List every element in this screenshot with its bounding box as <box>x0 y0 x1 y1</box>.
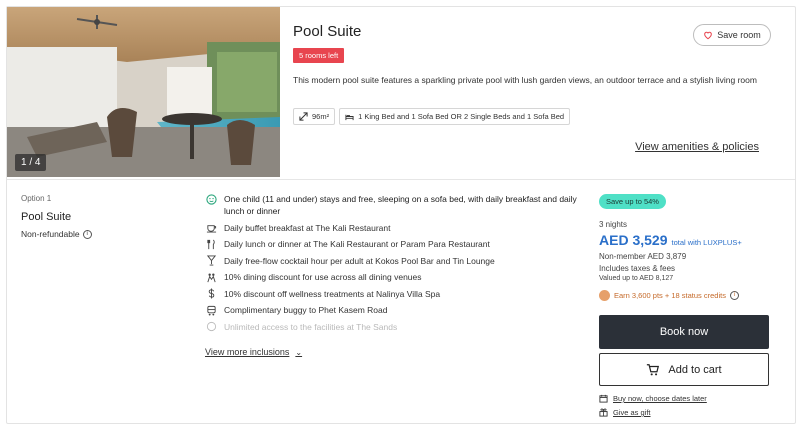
inclusion-item: Daily free-flow cocktail hour per adult … <box>205 255 585 267</box>
taxes-note: Includes taxes & fees <box>599 264 676 273</box>
rooms-left-badge: 5 rooms left <box>293 48 345 63</box>
points-icon <box>599 290 610 301</box>
room-description: This modern pool suite features a sparkl… <box>293 75 757 85</box>
buy-now-link[interactable]: Buy now, choose dates later <box>599 394 707 403</box>
inclusion-text: Daily buffet breakfast at The Kali Resta… <box>224 222 391 233</box>
dollar-icon <box>208 288 214 299</box>
heart-icon <box>704 31 713 40</box>
inclusion-item: Complimentary buggy to Phet Kasem Road <box>205 304 585 316</box>
room-card: 1 / 4 Pool Suite 5 rooms left Save room … <box>6 6 796 424</box>
room-size-chip: 96m² <box>293 108 336 125</box>
info-icon[interactable]: i <box>729 291 739 300</box>
photo-counter: 1 / 4 <box>15 154 47 171</box>
book-now-button[interactable]: Book now <box>599 315 769 349</box>
inclusion-text: 10% dining discount for use across all d… <box>224 272 422 282</box>
room-photo-image <box>7 7 280 177</box>
buggy-icon <box>206 305 216 316</box>
section-divider <box>7 179 795 180</box>
nights-count: 3 nights <box>599 220 628 229</box>
room-title: Pool Suite <box>293 23 362 40</box>
inclusion-item: Unlimited access to the facilities at Th… <box>205 321 585 333</box>
inclusion-text: Unlimited access to the facilities at Th… <box>224 321 398 332</box>
view-amenities-link[interactable]: View amenities & policies <box>635 141 759 153</box>
inclusion-text: Complimentary buggy to Phet Kasem Road <box>224 305 388 315</box>
inclusion-item: Daily buffet breakfast at The Kali Resta… <box>205 222 585 234</box>
option-title: Pool Suite <box>21 211 72 223</box>
dining-icon <box>206 273 216 282</box>
cutlery-icon <box>206 239 215 249</box>
breakfast-icon <box>206 225 216 233</box>
give-gift-link[interactable]: Give as gift <box>599 408 651 417</box>
give-gift-label: Give as gift <box>613 408 651 417</box>
chevron-down-icon: ⌄ <box>295 347 303 357</box>
save-percent-badge: Save up to 54% <box>599 194 666 209</box>
bed-icon <box>345 114 354 121</box>
save-room-button[interactable]: Save room <box>693 24 771 46</box>
inclusion-text: One child (11 and under) stays and free,… <box>224 194 577 216</box>
view-more-inclusions-link[interactable]: View more inclusions ⌄ <box>205 347 302 357</box>
bed-config: 1 King Bed and 1 Sofa Bed OR 2 Single Be… <box>358 112 565 121</box>
room-photo[interactable]: 1 / 4 <box>7 7 280 177</box>
inclusion-text: Daily free-flow cocktail hour per adult … <box>224 255 495 266</box>
price-note: total with LUXPLUS+ <box>671 238 742 247</box>
room-feature-chips: 96m² 1 King Bed and 1 Sofa Bed OR 2 Sing… <box>293 108 571 125</box>
child-icon <box>205 193 217 205</box>
inclusion-text: 10% discount off wellness treatments at … <box>224 288 441 299</box>
valued-price: Valued up to AED 8,127 <box>599 275 674 282</box>
view-more-label: View more inclusions <box>205 347 290 357</box>
price-line: AED 3,529 total with LUXPLUS+ <box>599 232 742 248</box>
inclusions-list: One child (11 and under) stays and free,… <box>205 193 585 337</box>
refund-policy[interactable]: Non-refundable i <box>21 229 92 239</box>
inclusion-item: Daily lunch or dinner at The Kali Restau… <box>205 238 585 250</box>
buy-now-label: Buy now, choose dates later <box>613 394 707 403</box>
expand-icon <box>299 112 308 121</box>
facility-icon <box>206 321 216 332</box>
info-icon[interactable]: i <box>82 229 92 239</box>
cart-icon <box>647 363 660 375</box>
inclusion-item: One child (11 and under) stays and free,… <box>205 193 585 217</box>
refund-policy-label: Non-refundable <box>21 229 80 239</box>
option-label: Option 1 <box>21 194 52 203</box>
save-room-label: Save room <box>717 30 761 40</box>
add-to-cart-label: Add to cart <box>668 363 722 376</box>
nonmember-price: Non-member AED 3,879 <box>599 252 687 261</box>
add-to-cart-button[interactable]: Add to cart <box>599 353 769 386</box>
cocktail-icon <box>206 255 216 266</box>
price: AED 3,529 <box>599 232 668 248</box>
bed-config-chip: 1 King Bed and 1 Sofa Bed OR 2 Single Be… <box>339 108 571 125</box>
inclusion-item: 10% discount off wellness treatments at … <box>205 288 585 300</box>
room-size: 96m² <box>312 112 330 121</box>
inclusion-text: Daily lunch or dinner at The Kali Restau… <box>224 239 490 249</box>
points-earn: Earn 3,600 pts + 18 status credits i <box>599 290 739 301</box>
gift-icon <box>599 408 608 417</box>
calendar-icon <box>599 394 608 403</box>
points-label: Earn 3,600 pts + 18 status credits <box>614 291 726 300</box>
inclusion-item: 10% dining discount for use across all d… <box>205 271 585 283</box>
